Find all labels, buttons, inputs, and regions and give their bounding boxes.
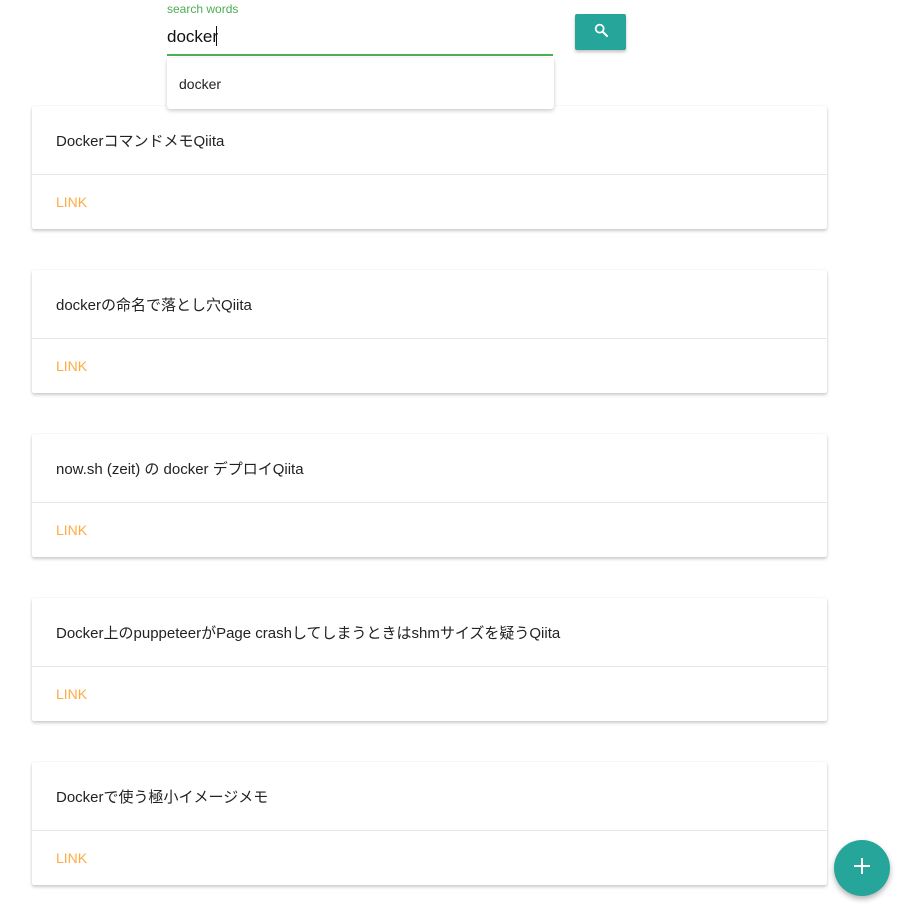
result-title: now.sh (zeit) の docker デプロイQiita [32, 434, 827, 503]
card-action: LINK [32, 339, 827, 393]
text-caret [216, 26, 217, 46]
result-link[interactable]: LINK [56, 850, 87, 866]
result-link[interactable]: LINK [56, 522, 87, 538]
result-card: Docker上のpuppeteerがPage crashしてしまうときはshmサ… [32, 598, 827, 721]
add-button[interactable] [834, 840, 890, 896]
result-card: Dockerで使う極小イメージメモ LINK [32, 762, 827, 885]
search-icon [593, 22, 609, 43]
card-action: LINK [32, 831, 827, 885]
result-title: dockerの命名で落とし穴Qiita [32, 270, 827, 339]
result-card: now.sh (zeit) の docker デプロイQiita LINK [32, 434, 827, 557]
autocomplete-dropdown: docker [167, 58, 554, 109]
plus-icon [853, 857, 871, 880]
result-title: DockerコマンドメモQiita [32, 106, 827, 175]
result-title: Docker上のpuppeteerがPage crashしてしまうときはshmサ… [32, 598, 827, 667]
result-link[interactable]: LINK [56, 194, 87, 210]
result-card: DockerコマンドメモQiita LINK [32, 106, 827, 229]
result-title: Dockerで使う極小イメージメモ [32, 762, 827, 831]
card-action: LINK [32, 175, 827, 229]
result-link[interactable]: LINK [56, 358, 87, 374]
autocomplete-option[interactable]: docker [167, 58, 554, 109]
search-input[interactable] [167, 20, 553, 56]
card-action: LINK [32, 667, 827, 721]
page: search words docker DockerコマンドメモQiita LI… [0, 0, 900, 908]
search-button[interactable] [575, 14, 626, 50]
result-card: dockerの命名で落とし穴Qiita LINK [32, 270, 827, 393]
result-link[interactable]: LINK [56, 686, 87, 702]
search-label: search words [167, 2, 239, 16]
card-action: LINK [32, 503, 827, 557]
